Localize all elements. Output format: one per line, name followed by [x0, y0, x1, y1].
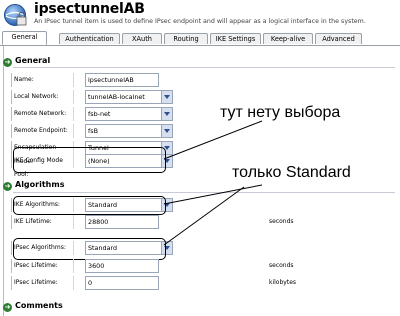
highlight-ike-config-pool: [13, 147, 166, 173]
section-arrow-icon: ➜: [3, 303, 12, 312]
tab-keep-alive[interactable]: Keep-alive: [263, 33, 313, 44]
chevron-down-icon[interactable]: [161, 91, 172, 103]
remote-endpoint-select[interactable]: fsB: [85, 124, 173, 138]
name-input[interactable]: ipsectunnelAB: [85, 73, 159, 87]
tab-routing[interactable]: Routing: [164, 33, 208, 44]
remote-endpoint-value: fsB: [88, 127, 98, 135]
ipsec-lifetime-label: IPsec Lifetime:: [11, 259, 74, 273]
local-network-value: tunnelAB-localnet: [88, 93, 145, 101]
row-name: Name: ipsectunnelAB: [11, 73, 391, 87]
divider: [13, 192, 395, 193]
ipsec-lifetime-input[interactable]: 3600: [85, 259, 159, 273]
page-header: ipsectunnelAB An IPsec tunnel item is us…: [0, 0, 400, 32]
section-general-title: General: [15, 56, 51, 65]
section-algorithms-title: Algorithms: [15, 180, 65, 189]
ike-lifetime-unit: seconds: [269, 218, 294, 225]
section-comments-title: Comments: [15, 301, 63, 310]
divider: [13, 67, 395, 68]
row-local-network: Local Network: tunnelAB-localnet: [11, 90, 391, 104]
annotation-no-choice: тут нету выбора: [220, 104, 341, 121]
tab-ike-settings[interactable]: IKE Settings: [210, 33, 261, 44]
section-comments: ➜ Comments: [3, 301, 63, 312]
row-ipsec-lifetime-kb: IPsec Lifetime: 0 kilobytes: [11, 276, 391, 290]
ike-lifetime-label: IKE Lifetime:: [11, 215, 74, 229]
highlight-ipsec-algorithms: [13, 238, 166, 260]
tab-authentication[interactable]: Authentication: [59, 33, 120, 44]
remote-network-value: fsb-net: [88, 110, 111, 118]
local-network-select[interactable]: tunnelAB-localnet: [85, 90, 173, 104]
section-algorithms: ➜ Algorithms: [3, 180, 64, 191]
row-ipsec-lifetime: IPsec Lifetime: 3600 seconds: [11, 259, 391, 273]
section-general: ➜ General: [3, 56, 50, 67]
tunnel-globe-icon: [4, 4, 27, 26]
tab-xauth[interactable]: XAuth: [122, 33, 162, 44]
section-arrow-icon: ➜: [3, 58, 12, 67]
row-ike-lifetime: IKE Lifetime: 28800 seconds: [11, 215, 391, 229]
ipsec-lifetime-kb-input[interactable]: 0: [85, 276, 159, 290]
tab-advanced[interactable]: Advanced: [315, 33, 362, 44]
ipsec-lifetime-unit: seconds: [269, 262, 294, 269]
name-label: Name:: [11, 73, 74, 87]
chevron-down-icon[interactable]: [161, 108, 172, 120]
ipsec-lifetime-kb-label: IPsec Lifetime:: [11, 276, 74, 290]
remote-network-label: Remote Network:: [11, 107, 74, 121]
tab-bar: General Authentication XAuth Routing IKE…: [0, 31, 400, 46]
ike-lifetime-input[interactable]: 28800: [85, 215, 159, 229]
chevron-down-icon[interactable]: [161, 125, 172, 137]
remote-endpoint-label: Remote Endpoint:: [11, 124, 74, 138]
local-network-label: Local Network:: [11, 90, 74, 104]
section-arrow-icon: ➜: [3, 182, 12, 191]
page-subtitle: An IPsec tunnel item is used to define I…: [34, 18, 366, 25]
ipsec-lifetime-kb-unit: kilobytes: [269, 279, 297, 286]
remote-network-select[interactable]: fsb-net: [85, 107, 173, 121]
tab-general[interactable]: General: [2, 31, 47, 45]
highlight-ike-algorithms: [13, 196, 166, 215]
page-title: ipsectunnelAB: [34, 1, 145, 17]
row-remote-endpoint: Remote Endpoint: fsB: [11, 124, 391, 138]
annotation-only-standard: только Standard: [232, 164, 351, 181]
